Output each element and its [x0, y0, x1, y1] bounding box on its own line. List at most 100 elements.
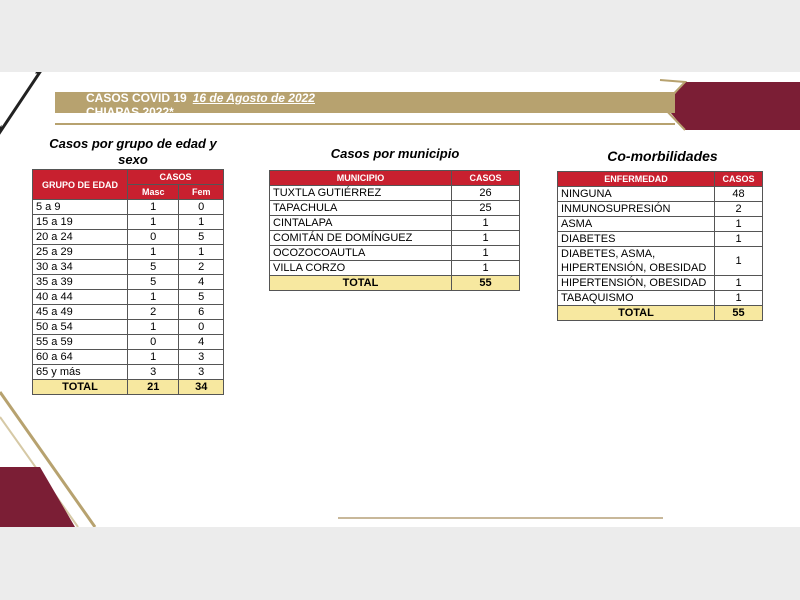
age-row: 15 a 19 1 1 [32, 214, 224, 230]
age-cell-masc: 1 [126, 199, 180, 215]
mun-total-cases: 55 [451, 275, 520, 291]
age-cell-masc: 2 [126, 304, 180, 320]
age-cell-group: 25 a 29 [32, 244, 128, 260]
age-cell-fem: 5 [178, 229, 224, 245]
age-cell-group: 20 a 24 [32, 229, 128, 245]
age-cell-group: 30 a 34 [32, 259, 128, 275]
mun-header-cases: CASOS [451, 170, 520, 186]
mun-cell-cases: 1 [451, 245, 520, 261]
com-total-label: TOTAL [557, 305, 715, 321]
age-cell-fem: 4 [178, 334, 224, 350]
mun-cell-name: COMITÁN DE DOMÍNGUEZ [269, 230, 452, 246]
age-cell-masc: 1 [126, 214, 180, 230]
age-row: 30 a 34 5 2 [32, 259, 224, 275]
com-cell-cases: 48 [714, 186, 763, 202]
age-cell-masc: 3 [126, 364, 180, 380]
age-cell-masc: 0 [126, 229, 180, 245]
mun-cell-cases: 1 [451, 215, 520, 231]
com-cell-name: INMUNOSUPRESIÓN [557, 201, 715, 217]
age-header-fem: Fem [178, 184, 224, 200]
age-cell-group: 45 a 49 [32, 304, 128, 320]
age-row: 40 a 44 1 5 [32, 289, 224, 305]
com-cell-name: HIPERTENSIÓN, OBESIDAD [557, 275, 715, 291]
mun-total-row: TOTAL 55 [269, 275, 520, 291]
age-total-fem: 34 [178, 379, 224, 395]
com-total-cases: 55 [714, 305, 763, 321]
mun-row: TUXTLA GUTIÉRREZ 26 [269, 185, 520, 201]
age-cell-fem: 1 [178, 244, 224, 260]
com-row: INMUNOSUPRESIÓN 2 [557, 201, 763, 217]
age-cell-fem: 3 [178, 349, 224, 365]
com-row: ASMA 1 [557, 216, 763, 232]
age-cell-masc: 1 [126, 244, 180, 260]
age-cell-group: 15 a 19 [32, 214, 128, 230]
top-right-maroon-shape [665, 82, 800, 130]
age-total-label: TOTAL [32, 379, 128, 395]
com-cell-cases: 1 [714, 246, 763, 276]
com-row: DIABETES 1 [557, 231, 763, 247]
municipio-section-title: Casos por municipio [330, 146, 460, 161]
mun-row: OCOZOCOAUTLA 1 [269, 245, 520, 261]
age-total-row: TOTAL 21 34 [32, 379, 224, 395]
com-row: NINGUNA 48 [557, 186, 763, 202]
age-row: 50 a 54 1 0 [32, 319, 224, 335]
age-cell-group: 35 a 39 [32, 274, 128, 290]
header-line1: CASOS COVID 19 [86, 91, 187, 105]
age-cell-masc: 0 [126, 334, 180, 350]
mun-row: COMITÁN DE DOMÍNGUEZ 1 [269, 230, 520, 246]
comorb-section-title: Co-morbilidades [607, 148, 718, 164]
age-cell-fem: 4 [178, 274, 224, 290]
header-underline [55, 123, 675, 125]
age-cell-fem: 0 [178, 319, 224, 335]
age-section-title: Casos por grupo de edad y sexo [49, 136, 217, 167]
age-cell-fem: 0 [178, 199, 224, 215]
bottom-left-maroon-shape [0, 467, 75, 527]
com-cell-cases: 1 [714, 231, 763, 247]
com-total-row: TOTAL 55 [557, 305, 763, 321]
mun-row: VILLA CORZO 1 [269, 260, 520, 276]
com-header-name: ENFERMEDAD [557, 171, 715, 187]
age-row: 25 a 29 1 1 [32, 244, 224, 260]
com-row: HIPERTENSIÓN, OBESIDAD 1 [557, 275, 763, 291]
age-row: 20 a 24 0 5 [32, 229, 224, 245]
header-date: 16 de Agosto de 2022 [192, 91, 315, 105]
age-cell-masc: 1 [126, 319, 180, 335]
header-line2: CHIAPAS 2022* [86, 105, 174, 119]
age-cell-group: 5 a 9 [32, 199, 128, 215]
com-header-cases: CASOS [714, 171, 763, 187]
age-row: 5 a 910 [32, 199, 224, 215]
age-header-cases: CASOS [127, 169, 224, 185]
age-cell-masc: 5 [126, 274, 180, 290]
mun-total-label: TOTAL [269, 275, 452, 291]
mun-header-name: MUNICIPIO [269, 170, 452, 186]
age-cell-group: 65 y más [32, 364, 128, 380]
age-cell-fem: 3 [178, 364, 224, 380]
com-cell-cases: 1 [714, 290, 763, 306]
age-cell-group: 60 a 64 [32, 349, 128, 365]
mun-cell-cases: 1 [451, 260, 520, 276]
com-cell-name: DIABETES, ASMA, HIPERTENSIÓN, OBESIDAD [557, 246, 715, 276]
age-row: 65 y más 3 3 [32, 364, 224, 380]
age-cell-group: 40 a 44 [32, 289, 128, 305]
age-cell-group: 50 a 54 [32, 319, 128, 335]
age-table: GRUPO DE EDAD CASOS Masc Fem 5 a 9 1 0 15 a… [32, 169, 224, 395]
age-cell-fem: 1 [178, 214, 224, 230]
com-cell-name: ASMA [557, 216, 715, 232]
age-cell-masc: 5 [126, 259, 180, 275]
age-row: 55 a 59 0 4 [32, 334, 224, 350]
mun-cell-cases: 26 [451, 185, 520, 201]
com-cell-cases: 2 [714, 201, 763, 217]
municipio-table: MUNICIPIO CASOS TUXTLA GUTIÉRREZ 26 TAPACH… [269, 170, 520, 291]
age-cell-group: 55 a 59 [32, 334, 128, 350]
age-header-masc: Masc [126, 184, 180, 200]
age-row: 35 a 39 5 4 [32, 274, 224, 290]
comorb-table: ENFERMEDAD CASOS NINGUNA 48 INMUNOSUPRESIÓ… [557, 171, 763, 321]
age-total-masc: 21 [126, 379, 180, 395]
mun-row: CINTALAPA 1 [269, 215, 520, 231]
mun-cell-name: TAPACHULA [269, 200, 452, 216]
age-cell-fem: 5 [178, 289, 224, 305]
mun-cell-cases: 1 [451, 230, 520, 246]
com-cell-name: NINGUNA [557, 186, 715, 202]
bottom-divider [338, 517, 663, 519]
age-row: 45 a 49 2 6 [32, 304, 224, 320]
